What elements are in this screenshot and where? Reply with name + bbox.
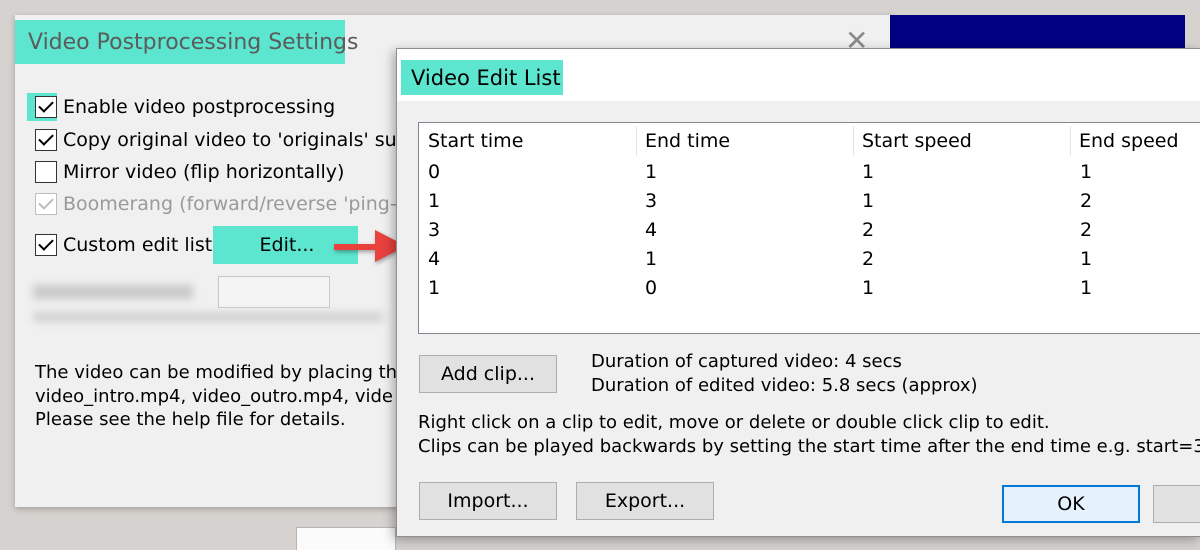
checkbox-label: Copy original video to 'originals' subfo [63, 129, 428, 151]
column-header-end-time[interactable]: End time [637, 126, 854, 156]
checkbox-box[interactable] [35, 161, 57, 183]
blurred-text [33, 312, 383, 322]
background-window-titlebar [890, 15, 1185, 51]
dialog-title: Video Postprocessing Settings [28, 30, 359, 55]
dialog-title: Video Edit List [411, 66, 561, 90]
table-cell[interactable]: 1 [1080, 161, 1092, 183]
table-cell[interactable]: 2 [1080, 190, 1092, 212]
table-cell[interactable]: 1 [645, 161, 657, 183]
checkbox-label: Custom edit list [63, 234, 213, 256]
table-cell[interactable]: 1 [428, 277, 440, 299]
ok-button[interactable]: OK [1002, 485, 1140, 523]
info-text-line: video_intro.mp4, video_outro.mp4, vide [35, 386, 393, 407]
checkbox-box[interactable] [35, 96, 57, 118]
table-cell[interactable]: 0 [428, 161, 440, 183]
table-cell[interactable]: 1 [862, 277, 874, 299]
checkbox-box[interactable] [35, 234, 57, 256]
cancel-button[interactable] [1153, 485, 1200, 523]
table-cell[interactable]: 4 [645, 219, 657, 241]
blurred-label [33, 285, 193, 299]
table-cell[interactable]: 0 [645, 277, 657, 299]
checkbox-label: Mirror video (flip horizontally) [63, 161, 345, 183]
table-cell[interactable]: 2 [862, 248, 874, 270]
column-header-end-speed[interactable]: End speed [1071, 126, 1200, 156]
table-cell[interactable]: 1 [1080, 277, 1092, 299]
mirror-video-checkbox[interactable]: Mirror video (flip horizontally) [35, 159, 344, 185]
checkbox-label: Boomerang (forward/reverse 'ping-po [63, 193, 421, 215]
column-header-start-time[interactable]: Start time [420, 126, 637, 156]
boomerang-checkbox: Boomerang (forward/reverse 'ping-po [35, 191, 420, 217]
table-cell[interactable]: 2 [1080, 219, 1092, 241]
table-cell[interactable]: 1 [862, 190, 874, 212]
table-cell[interactable]: 1 [428, 190, 440, 212]
edited-duration-text: Duration of edited video: 5.8 secs (appr… [591, 375, 978, 396]
column-header-start-speed[interactable]: Start speed [854, 126, 1071, 156]
info-text-line: Please see the help file for details. [35, 409, 346, 430]
checkbox-label: Enable video postprocessing [63, 96, 336, 118]
enable-postprocessing-checkbox[interactable]: Enable video postprocessing [35, 94, 335, 120]
checkbox-box[interactable] [35, 129, 57, 151]
table-cell[interactable]: 3 [645, 190, 657, 212]
custom-edit-list-checkbox[interactable]: Custom edit list [35, 232, 212, 258]
loops-input[interactable] [218, 276, 330, 308]
checkbox-box [35, 193, 57, 215]
table-cell[interactable]: 4 [428, 248, 440, 270]
help-text-line: Clips can be played backwards by setting… [418, 436, 1200, 457]
add-clip-button[interactable]: Add clip... [419, 355, 557, 393]
copy-originals-checkbox[interactable]: Copy original video to 'originals' subfo [35, 127, 427, 153]
captured-duration-text: Duration of captured video: 4 secs [591, 351, 902, 372]
import-button[interactable]: Import... [419, 482, 557, 520]
help-text-line: Right click on a clip to edit, move or d… [418, 412, 1050, 433]
info-text-line: The video can be modified by placing the [35, 362, 409, 383]
table-cell[interactable]: 3 [428, 219, 440, 241]
table-cell[interactable]: 1 [862, 161, 874, 183]
table-cell[interactable]: 1 [1080, 248, 1092, 270]
back-dialog-button[interactable] [296, 527, 396, 550]
table-cell[interactable]: 1 [645, 248, 657, 270]
table-cell[interactable]: 2 [862, 219, 874, 241]
export-button[interactable]: Export... [576, 482, 714, 520]
